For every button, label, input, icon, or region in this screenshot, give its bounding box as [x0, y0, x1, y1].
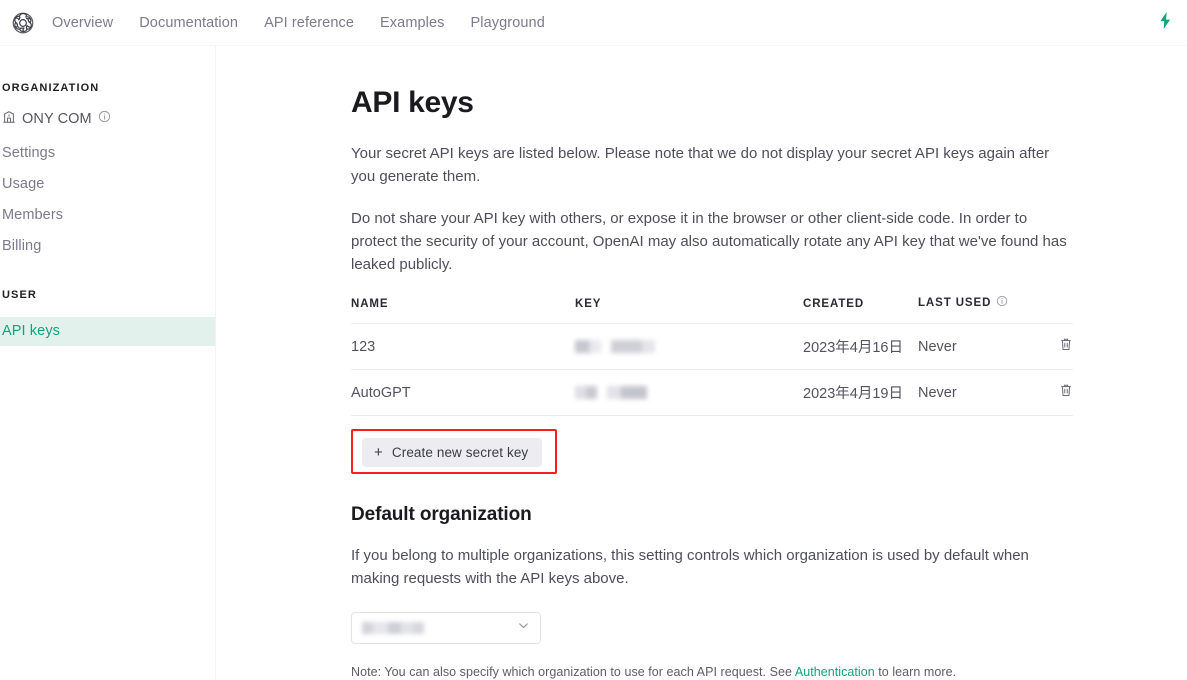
note-prefix: Note: You can also specify which organiz… — [351, 665, 795, 679]
redacted-select-value — [362, 622, 424, 634]
sidebar-heading-user: USER — [2, 289, 37, 301]
default-organization-select[interactable] — [351, 612, 541, 644]
plus-icon: + — [374, 444, 383, 461]
nav-link-api-reference[interactable]: API reference — [264, 15, 354, 31]
table-header-row: NAME KEY CREATED LAST USED — [351, 295, 1073, 324]
sidebar-item-members[interactable]: Members — [0, 202, 215, 228]
nav-links: Overview Documentation API reference Exa… — [52, 15, 545, 31]
nav-link-documentation[interactable]: Documentation — [139, 15, 238, 31]
lightning-bolt-icon[interactable] — [1158, 12, 1173, 34]
openai-logo-icon[interactable] — [6, 6, 40, 40]
nav-link-overview[interactable]: Overview — [52, 15, 113, 31]
column-header-last-used: LAST USED — [918, 295, 1028, 324]
nav-link-playground[interactable]: Playground — [471, 15, 545, 31]
sidebar-item-api-keys[interactable]: API keys — [0, 317, 215, 346]
default-organization-note: Note: You can also specify which organiz… — [351, 665, 1073, 679]
column-header-name: NAME — [351, 295, 575, 324]
intro-paragraph-2: Do not share your API key with others, o… — [351, 210, 1067, 273]
redacted-key — [575, 340, 803, 354]
trash-icon[interactable] — [1059, 337, 1073, 352]
column-header-created: CREATED — [803, 295, 918, 324]
intro-paragraph-1: Your secret API keys are listed below. P… — [351, 145, 1050, 185]
key-created-cell: 2023年4月19日 — [803, 369, 918, 416]
sidebar-item-settings[interactable]: Settings — [0, 140, 215, 166]
key-created-cell: 2023年4月16日 — [803, 323, 918, 370]
default-organization-description: If you belong to multiple organizations,… — [351, 547, 1029, 587]
table-row: 123 2023年4月16日 Never — [351, 323, 1073, 370]
authentication-link[interactable]: Authentication — [795, 665, 875, 679]
key-last-used-cell: Never — [918, 369, 1028, 416]
sidebar-org-selector[interactable]: ONY COM — [0, 108, 215, 130]
key-value-cell-redacted — [575, 323, 803, 370]
column-header-last-used-label: LAST USED — [918, 296, 992, 309]
create-new-secret-key-label: Create new secret key — [391, 445, 529, 460]
page-title: API keys — [351, 86, 474, 119]
default-organization-title: Default organization — [351, 504, 532, 525]
column-header-actions — [1028, 295, 1073, 324]
nav-right-actions — [1158, 0, 1179, 46]
info-icon[interactable] — [996, 295, 1008, 310]
sidebar: ORGANIZATION ONY COM Settings Usage Memb… — [0, 46, 216, 680]
create-key-area: + Create new secret key — [351, 429, 557, 474]
column-header-key: KEY — [575, 295, 803, 324]
table-row: AutoGPT 2023年4月19日 Never — [351, 369, 1073, 416]
sidebar-org-name: ONY COM — [22, 111, 92, 127]
key-value-cell-redacted — [575, 369, 803, 416]
create-new-secret-key-button[interactable]: + Create new secret key — [362, 438, 543, 467]
key-actions-cell — [1028, 323, 1073, 370]
building-icon — [2, 110, 16, 129]
sidebar-heading-organization: ORGANIZATION — [2, 82, 100, 94]
key-actions-cell — [1028, 369, 1073, 416]
main-content: API keys Your secret API keys are listed… — [217, 46, 1187, 680]
info-icon[interactable] — [98, 110, 111, 128]
key-last-used-cell: Never — [918, 323, 1028, 370]
sidebar-item-billing[interactable]: Billing — [0, 233, 215, 259]
api-keys-table: NAME KEY CREATED LAST USED 123 2023年4月16… — [351, 295, 1073, 416]
key-name-cell: AutoGPT — [351, 369, 575, 416]
note-suffix: to learn more. — [874, 665, 957, 679]
key-name-cell: 123 — [351, 323, 575, 370]
top-navigation-bar: Overview Documentation API reference Exa… — [0, 0, 1187, 46]
redacted-key — [575, 386, 803, 400]
sidebar-item-usage[interactable]: Usage — [0, 171, 215, 197]
trash-icon[interactable] — [1059, 383, 1073, 398]
nav-link-examples[interactable]: Examples — [380, 15, 444, 31]
chevron-down-icon — [516, 618, 531, 638]
